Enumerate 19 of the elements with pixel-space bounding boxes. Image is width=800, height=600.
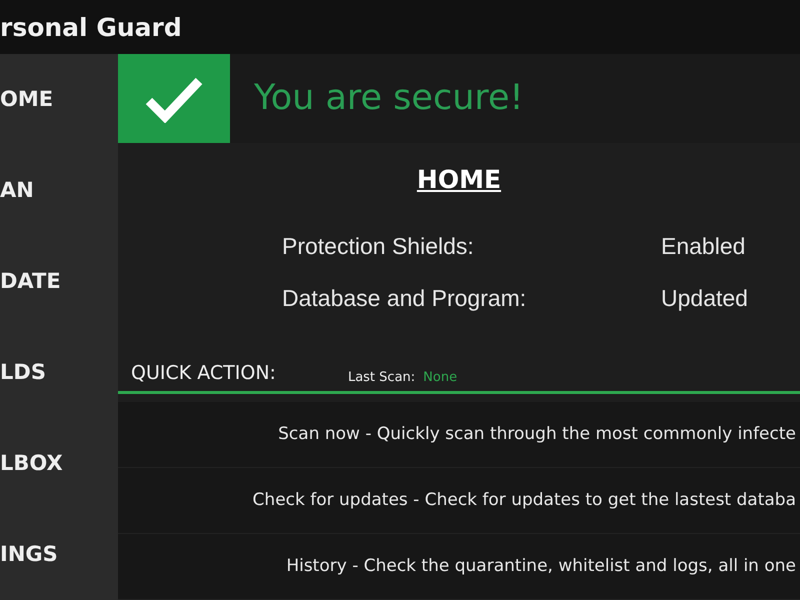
field-label: Database and Program:	[282, 284, 528, 313]
page-heading: HOME	[416, 165, 502, 194]
field-label: Protection Shields:	[282, 232, 475, 260]
section-title: QUICK ACTION:	[131, 360, 276, 386]
status-message: You are secure!	[254, 77, 524, 120]
sidebar-item[interactable]: LDS	[0, 327, 118, 418]
last-scan-value: None	[423, 368, 458, 386]
action-button[interactable]: History - Check the quarantine, whitelist and logs, all in one	[118, 534, 800, 600]
sidebar-item[interactable]: INGS	[0, 509, 118, 600]
action-button[interactable]: Scan now - Quickly scan through the most commonly infecte	[118, 402, 800, 468]
sidebar-item[interactable]: DATE	[0, 236, 118, 327]
sidebar-item[interactable]: AN	[0, 145, 118, 236]
field-value: Enabled	[661, 232, 746, 260]
app-title: rsonal Guard	[0, 14, 182, 40]
last-scan-label: Last Scan:	[346, 368, 416, 386]
action-button[interactable]: Check for updates - Check for updates to get the lastest databa	[118, 468, 800, 534]
sidebar-item[interactable]: OME	[0, 54, 118, 145]
sidebar-item[interactable]: LBOX	[0, 418, 118, 509]
field-value: Updated	[661, 284, 748, 313]
